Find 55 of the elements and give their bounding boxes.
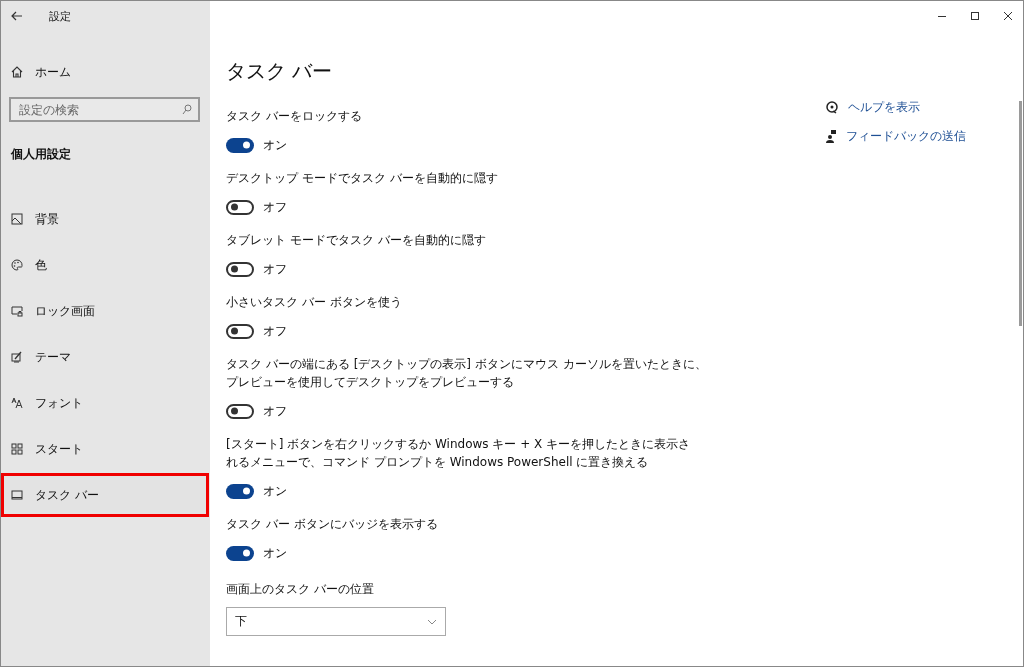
search-field[interactable]: 設定の検索 — [9, 97, 200, 122]
setting-label: プレビューを使用してデスクトップをプレビューする — [226, 374, 515, 391]
setting-label: れるメニューで、コマンド プロンプトを Windows PowerShell に置き換える — [226, 454, 650, 471]
palette-icon — [11, 259, 23, 271]
nav-item[interactable]: ロック画面 — [1, 289, 209, 333]
back-icon[interactable] — [11, 11, 23, 21]
nav-item[interactable]: フォント — [1, 381, 209, 425]
taskbar-icon — [11, 489, 23, 501]
theme-icon — [11, 351, 23, 363]
setting-label: 画面上のタスク バーの位置 — [226, 581, 375, 598]
page-title: タスク バー — [226, 58, 334, 85]
toggle-state: オフ — [263, 198, 287, 216]
toggle-switch[interactable] — [226, 199, 254, 215]
toggle-state: オン — [263, 544, 287, 562]
section-heading: 個人用設定 — [10, 146, 72, 163]
toggle-switch[interactable] — [226, 261, 254, 277]
person-icon — [826, 130, 836, 143]
link[interactable]: ヘルプを表示 — [848, 99, 920, 116]
setting-label: 小さいタスク バー ボタンを使う — [226, 294, 403, 311]
nav-item[interactable]: 色 — [1, 243, 209, 287]
home-icon — [11, 66, 23, 78]
image-icon — [11, 213, 23, 225]
toggle-switch[interactable] — [226, 137, 254, 153]
search-icon — [182, 104, 192, 115]
setting-label: タブレット モードでタスク バーを自動的に隠す — [226, 232, 487, 249]
start-icon — [11, 443, 23, 455]
setting-label: デスクトップ モードでタスク バーを自動的に隠す — [226, 170, 499, 187]
toggle-switch[interactable] — [226, 323, 254, 339]
home-item[interactable]: ホーム — [1, 57, 210, 87]
nav-item[interactable]: テーマ — [1, 335, 209, 379]
toggle-state: オフ — [263, 402, 287, 420]
close-icon[interactable] — [1003, 11, 1013, 21]
setting-label: タスク バーをロックする — [226, 108, 363, 125]
position-dropdown[interactable]: 下 — [226, 607, 446, 636]
toggle-switch[interactable] — [226, 545, 254, 561]
nav-item[interactable]: 背景 — [1, 197, 209, 241]
font-icon — [11, 397, 23, 409]
toggle-switch[interactable] — [226, 483, 254, 499]
toggle-state: オフ — [263, 322, 287, 340]
toggle-switch[interactable] — [226, 403, 254, 419]
link[interactable]: フィードバックの送信 — [846, 128, 966, 145]
toggle-state: オフ — [263, 260, 287, 278]
lock-screen-icon — [11, 305, 23, 317]
toggle-state: オン — [263, 482, 287, 500]
toggle-state: オン — [263, 136, 287, 154]
maximize-icon[interactable] — [970, 11, 980, 21]
help-icon — [826, 101, 838, 114]
scrollbar[interactable] — [1019, 101, 1022, 326]
setting-label: タスク バーの端にある [デスクトップの表示] ボタンにマウス カーソルを置いたときに、 — [226, 356, 708, 373]
setting-label: [スタート] ボタンを右クリックするか Windows キー + X キーを押したときに表示さ — [226, 436, 692, 453]
setting-label: タスク バー ボタンにバッジを表示する — [226, 516, 439, 533]
nav-item[interactable]: スタート — [1, 427, 209, 471]
chevron-down-icon — [427, 618, 437, 625]
window-title: 設定 — [49, 8, 71, 24]
nav-item[interactable]: タスク バー — [1, 473, 209, 517]
